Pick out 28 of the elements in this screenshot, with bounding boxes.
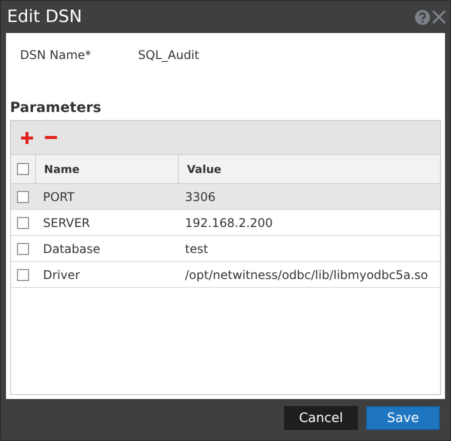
field-label: DSN Name*	[20, 48, 92, 64]
table-cell-text: /opt/netwitness/odbc/lib/libmyodbc5a.so	[184, 266, 430, 284]
table-row[interactable]: Database test	[11, 236, 440, 262]
table-cell-text: Database	[42, 240, 102, 258]
checkbox[interactable]	[17, 163, 29, 175]
cancel-button[interactable]: Cancel	[284, 406, 358, 430]
checkbox[interactable]	[17, 216, 29, 228]
checkbox[interactable]	[17, 242, 29, 254]
checkbox[interactable]	[17, 268, 29, 280]
field-value: SQL_Audit	[138, 48, 200, 64]
window-title: Edit DSN	[7, 7, 82, 27]
table-cell-text: SERVER	[42, 214, 92, 232]
add-icon[interactable]	[21, 132, 33, 144]
table-cell-text: 192.168.2.200	[184, 214, 274, 232]
save-button[interactable]: Save	[366, 406, 440, 430]
close-icon[interactable]	[432, 10, 446, 24]
table-row[interactable]: Driver /opt/netwitness/odbc/lib/libmyodbc5a.so	[11, 262, 440, 288]
column-header[interactable]: Name	[36, 155, 179, 183]
table-cell-text: 3306	[184, 188, 217, 206]
help-icon[interactable]	[415, 10, 430, 24]
column-header[interactable]: Value	[179, 155, 440, 183]
table-row[interactable]: SERVER 192.168.2.200	[11, 210, 440, 236]
checkbox[interactable]	[17, 190, 29, 202]
table-row[interactable]: PORT 3306	[11, 184, 440, 210]
table-cell-text: PORT	[42, 188, 76, 206]
table-cell-text: test	[184, 240, 210, 258]
section-title: Parameters	[10, 100, 102, 118]
table-cell-text: Driver	[42, 266, 81, 284]
